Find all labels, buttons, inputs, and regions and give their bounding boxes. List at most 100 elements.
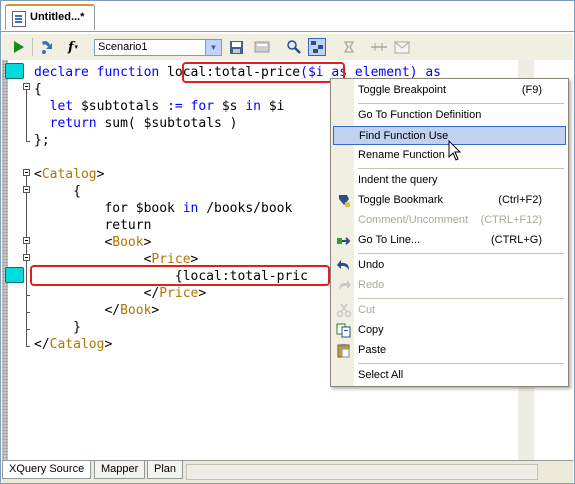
menu-separator — [358, 363, 564, 364]
breakpoint-marker[interactable] — [5, 267, 24, 283]
menu-item-copy[interactable]: Copy — [333, 321, 566, 340]
menu-item-go-to-line[interactable]: Go To Line... (CTRL+G) — [333, 231, 566, 250]
chevron-down-icon[interactable]: ▼ — [205, 40, 221, 55]
run-icon[interactable] — [10, 38, 28, 56]
menu-item-toggle-bookmark[interactable]: Toggle Bookmark (Ctrl+F2) — [333, 191, 566, 210]
menu-item-indent-the-query[interactable]: Indent the query — [333, 171, 566, 190]
menu-item-label: Go To Line... — [358, 234, 421, 246]
menu-item-label: Indent the query — [358, 174, 438, 186]
code-line[interactable]: }; — [34, 132, 50, 149]
menu-item-select-all[interactable]: Select All — [333, 366, 566, 385]
mail-icon[interactable] — [393, 38, 411, 56]
map-icon[interactable] — [308, 38, 326, 56]
menu-item-go-to-function-definition[interactable]: Go To Function Definition — [333, 106, 566, 125]
tab-plan[interactable]: Plan — [147, 461, 184, 479]
fold-toggle[interactable] — [23, 254, 30, 261]
open-icon[interactable] — [253, 38, 271, 56]
code-line[interactable]: return — [34, 217, 151, 234]
breakpoint-icon[interactable] — [340, 38, 358, 56]
code-token: in — [182, 201, 207, 216]
compare-icon[interactable] — [370, 38, 388, 56]
code-token: > — [104, 337, 113, 352]
code-token: $s — [221, 99, 246, 114]
menu-item-shortcut: (Ctrl+F2) — [498, 194, 542, 206]
menu-item-redo[interactable]: Redo — [333, 276, 566, 295]
code-line[interactable]: } — [34, 319, 81, 336]
scenario-select[interactable]: Scenario1 ▼ — [94, 39, 222, 56]
code-token: $i — [268, 99, 285, 114]
document-tab[interactable]: Untitled...* — [5, 4, 95, 30]
code-line[interactable]: <Catalog> — [34, 166, 104, 183]
save-icon[interactable] — [227, 38, 245, 56]
horizontal-scrollbar[interactable] — [186, 464, 538, 480]
code-line[interactable]: </Price> — [34, 285, 207, 302]
code-line[interactable]: let $subtotals := for $s in $i — [34, 98, 285, 115]
fold-end — [26, 312, 30, 313]
toolbar-separator — [32, 38, 33, 56]
document-tab-title: Untitled...* — [30, 11, 85, 23]
tab-xquery-source[interactable]: XQuery Source — [2, 461, 92, 479]
menu-item-label: Copy — [358, 324, 384, 336]
menu-item-shortcut: (F9) — [521, 84, 542, 96]
code-line[interactable]: </Catalog> — [34, 336, 112, 353]
toolbar: f ▾ Scenario1 ▼ — [2, 34, 573, 60]
search-icon[interactable] — [285, 38, 303, 56]
redo-icon — [336, 278, 352, 293]
menu-item-toggle-breakpoint[interactable]: Toggle Breakpoint (F9) — [333, 81, 566, 100]
code-token: return — [34, 218, 152, 233]
code-token: </ — [34, 337, 50, 352]
code-token: }; — [34, 133, 50, 148]
code-token: Catalog — [49, 337, 105, 352]
menu-item-label: Undo — [358, 259, 385, 271]
code-line[interactable]: return sum( $subtotals ) — [34, 115, 238, 132]
document-tab-strip: Untitled...* — [1, 1, 574, 32]
menu-item-label: Cut — [358, 304, 376, 316]
fold-toggle[interactable] — [23, 186, 30, 193]
code-token: > — [198, 286, 207, 301]
breakpoint-marker[interactable] — [5, 63, 24, 79]
code-token: < — [34, 167, 42, 182]
xquery-editor-window: Untitled...* f ▾ Scenario1 ▼ declare fun… — [0, 0, 575, 484]
code-token: $subtotals — [80, 99, 168, 114]
menu-item-shortcut: (CTRL+G) — [490, 234, 542, 246]
fold-toggle[interactable] — [23, 169, 30, 176]
menu-item-label: Select All — [358, 369, 404, 381]
menu-item-label: Go To Function Definition — [358, 109, 482, 121]
code-token: > — [151, 303, 160, 318]
menu-item-comment-uncomment[interactable]: Comment/Uncomment (CTRL+F12) — [333, 211, 566, 230]
debug-step-icon[interactable] — [38, 38, 56, 56]
fold-end — [26, 329, 30, 330]
menu-separator — [358, 253, 564, 254]
menu-item-label: Rename Function — [358, 149, 445, 161]
code-token: </ — [34, 303, 121, 318]
code-token: > — [143, 235, 152, 250]
code-line[interactable]: for $book in /books/book — [34, 200, 292, 217]
code-line[interactable]: <Book> — [34, 234, 151, 251]
paste-icon — [336, 343, 352, 358]
menu-item-label: Toggle Breakpoint — [358, 84, 447, 96]
code-token: Catalog — [41, 167, 97, 182]
code-token: < — [34, 235, 113, 250]
editor-gutter[interactable] — [2, 60, 30, 460]
code-token: Book — [120, 303, 152, 318]
menu-item-undo[interactable]: Undo — [333, 256, 566, 275]
code-line[interactable]: { — [34, 81, 42, 98]
copy-icon — [336, 323, 352, 338]
fold-end — [26, 295, 30, 296]
menu-item-label: Paste — [358, 344, 387, 356]
menu-separator — [358, 103, 564, 104]
code-line[interactable]: </Book> — [34, 302, 159, 319]
menu-item-paste[interactable]: Paste — [333, 341, 566, 360]
function-icon[interactable]: f ▾ — [64, 38, 82, 56]
scenario-select-value: Scenario1 — [98, 41, 148, 53]
cut-icon — [336, 303, 352, 318]
menu-item-cut[interactable]: Cut — [333, 301, 566, 320]
menu-separator — [358, 168, 564, 169]
fold-toggle[interactable] — [23, 83, 30, 90]
tab-mapper[interactable]: Mapper — [94, 461, 146, 479]
code-line[interactable]: { — [34, 183, 81, 200]
menu-item-label: Comment/Uncomment — [358, 214, 469, 226]
fold-toggle[interactable] — [23, 237, 30, 244]
code-token: let — [34, 99, 81, 114]
code-token: } — [34, 320, 81, 335]
